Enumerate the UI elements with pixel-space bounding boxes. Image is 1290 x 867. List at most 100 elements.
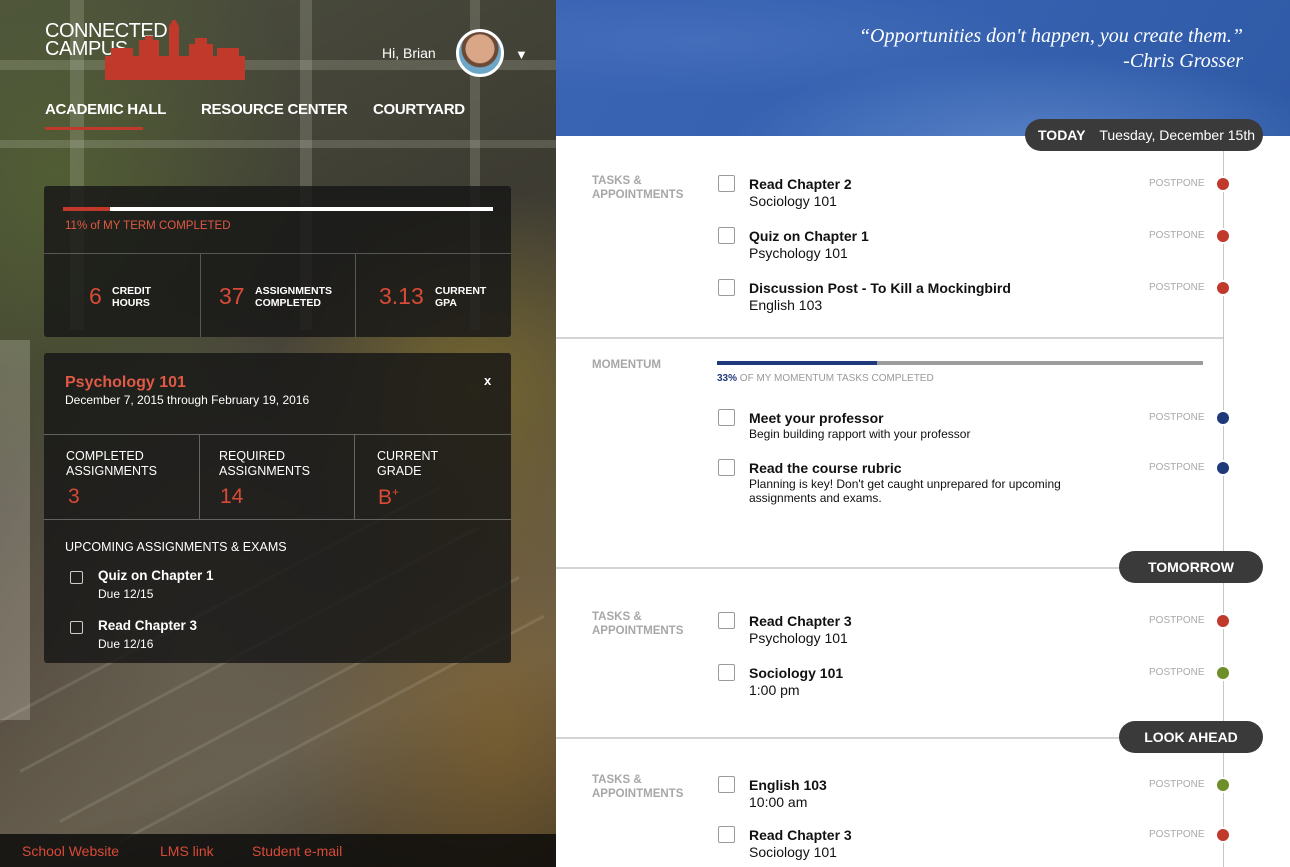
nav-academic-hall[interactable]: ACADEMIC HALL <box>45 101 166 118</box>
divider <box>44 434 511 435</box>
postpone-button[interactable]: POSTPONE <box>1149 178 1205 189</box>
task-item: Quiz on Chapter 1 Psychology 101 POSTPON… <box>718 227 1238 267</box>
task-checkbox[interactable] <box>718 175 735 192</box>
task-course: Psychology 101 <box>749 630 848 646</box>
course-title[interactable]: Psychology 101 <box>65 374 186 392</box>
term-progress-card: 11% of MY TERM COMPLETED 6 CREDIT HOURS 3… <box>44 186 511 337</box>
section-divider <box>556 337 1223 339</box>
momentum-task-item: Meet your professor Begin building rappo… <box>718 409 1238 449</box>
timeline-dot <box>1215 827 1231 843</box>
postpone-button[interactable]: POSTPONE <box>1149 615 1205 626</box>
look-ahead-header: LOOK AHEAD <box>1119 721 1263 753</box>
momentum-progress-fill <box>717 361 878 365</box>
inspirational-quote: “Opportunities don't happen, you create … <box>859 24 1243 74</box>
task-checkbox[interactable] <box>718 409 735 426</box>
term-progress-bar <box>63 207 493 211</box>
task-checkbox[interactable] <box>718 776 735 793</box>
momentum-task-item: Read the course rubric Planning is key! … <box>718 459 1238 519</box>
task-title[interactable]: Sociology 101 <box>749 665 843 681</box>
tomorrow-header: TOMORROW <box>1119 551 1263 583</box>
task-checkbox[interactable] <box>718 227 735 244</box>
task-description: Planning is key! Don't get caught unprep… <box>749 477 1061 505</box>
postpone-button[interactable]: POSTPONE <box>1149 667 1205 678</box>
connected-campus-logo[interactable]: CONNECTED CAMPUS <box>45 20 245 82</box>
student-email-link[interactable]: Student e-mail <box>252 843 342 859</box>
upcoming-title[interactable]: Quiz on Chapter 1 <box>98 568 214 583</box>
task-description: Begin building rapport with your profess… <box>749 427 971 441</box>
upcoming-checkbox[interactable] <box>70 621 83 634</box>
postpone-button[interactable]: POSTPONE <box>1149 779 1205 790</box>
task-title[interactable]: Meet your professor <box>749 410 884 426</box>
quote-author: -Chris Grosser <box>1123 50 1243 72</box>
close-icon[interactable]: x <box>484 373 491 388</box>
upcoming-assignments-heading: UPCOMING ASSIGNMENTS & EXAMS <box>65 540 287 554</box>
task-checkbox[interactable] <box>718 459 735 476</box>
momentum-label: MOMENTUM <box>592 359 661 371</box>
today-date: Tuesday, December 15th <box>1099 127 1255 143</box>
term-progress-fill <box>63 207 111 211</box>
assignments-completed-value: 37 <box>219 283 245 309</box>
timeline-dot <box>1215 228 1231 244</box>
left-panel: CONNECTED CAMPUS Hi, Brian ▼ ACADEMIC HA… <box>0 0 556 867</box>
gpa-label: CURRENT GPA <box>435 285 487 309</box>
user-greeting: Hi, Brian <box>382 45 436 61</box>
campus-skyline-icon <box>105 20 245 80</box>
gpa-value: 3.13 <box>379 283 424 309</box>
quote-text: “Opportunities don't happen, you create … <box>858 25 1243 47</box>
upcoming-checkbox[interactable] <box>70 571 83 584</box>
task-title[interactable]: Quiz on Chapter 1 <box>749 228 869 244</box>
current-grade-label: CURRENT GRADE <box>377 449 439 478</box>
assignments-completed-stat: 37 ASSIGNMENTS COMPLETED <box>200 254 355 337</box>
task-checkbox[interactable] <box>718 279 735 296</box>
credit-hours-value: 6 <box>89 283 102 309</box>
postpone-button[interactable]: POSTPONE <box>1149 462 1205 473</box>
postpone-button[interactable]: POSTPONE <box>1149 829 1205 840</box>
momentum-progress-bar <box>717 361 1203 365</box>
divider <box>44 519 511 520</box>
task-checkbox[interactable] <box>718 826 735 843</box>
task-title[interactable]: English 103 <box>749 777 827 793</box>
tasks-appointments-label: TASKS & APPOINTMENTS <box>592 175 684 201</box>
completed-assignments-label: COMPLETED ASSIGNMENTS <box>66 449 157 478</box>
timeline-dot <box>1215 665 1231 681</box>
upcoming-due: Due 12/15 <box>98 587 154 601</box>
course-detail-card: Psychology 101 December 7, 2015 through … <box>44 353 511 663</box>
timeline-dot <box>1215 280 1231 296</box>
postpone-button[interactable]: POSTPONE <box>1149 282 1205 293</box>
timeline-dot <box>1215 176 1231 192</box>
nav-resource-center[interactable]: RESOURCE CENTER <box>201 101 348 118</box>
task-title[interactable]: Read Chapter 3 <box>749 827 852 843</box>
timeline-dot <box>1215 460 1231 476</box>
task-checkbox[interactable] <box>718 664 735 681</box>
current-grade-value: B+ <box>378 485 400 509</box>
today-header: TODAY Tuesday, December 15th <box>1025 119 1263 151</box>
lms-link[interactable]: LMS link <box>160 843 214 859</box>
user-avatar[interactable] <box>456 29 504 77</box>
task-item: English 103 10:00 am POSTPONE <box>718 776 1238 816</box>
user-menu-caret-icon[interactable]: ▼ <box>515 47 528 62</box>
task-title[interactable]: Read the course rubric <box>749 460 902 476</box>
postpone-button[interactable]: POSTPONE <box>1149 230 1205 241</box>
task-checkbox[interactable] <box>718 612 735 629</box>
upcoming-title[interactable]: Read Chapter 3 <box>98 618 197 633</box>
timeline-dot <box>1215 410 1231 426</box>
tasks-appointments-label: TASKS & APPOINTMENTS <box>592 611 684 637</box>
nav-courtyard[interactable]: COURTYARD <box>373 101 465 118</box>
school-website-link[interactable]: School Website <box>22 843 119 859</box>
today-label: TODAY <box>1038 127 1086 143</box>
task-title[interactable]: Read Chapter 3 <box>749 613 852 629</box>
task-time: 10:00 am <box>749 794 808 810</box>
task-course: English 103 <box>749 297 823 313</box>
timeline-dot <box>1215 777 1231 793</box>
completed-assignments-value: 3 <box>68 485 80 508</box>
task-item: Read Chapter 3 Sociology 101 POSTPONE <box>718 826 1238 866</box>
task-title[interactable]: Discussion Post - To Kill a Mockingbird <box>749 280 1011 296</box>
required-assignments-value: 14 <box>220 485 244 508</box>
look-ahead-label: LOOK AHEAD <box>1144 729 1238 745</box>
postpone-button[interactable]: POSTPONE <box>1149 412 1205 423</box>
task-title[interactable]: Read Chapter 2 <box>749 176 852 192</box>
term-progress-text: 11% of MY TERM COMPLETED <box>65 220 231 232</box>
upcoming-due: Due 12/16 <box>98 637 154 651</box>
background-wall <box>0 340 30 720</box>
tasks-appointments-label: TASKS & APPOINTMENTS <box>592 774 684 800</box>
